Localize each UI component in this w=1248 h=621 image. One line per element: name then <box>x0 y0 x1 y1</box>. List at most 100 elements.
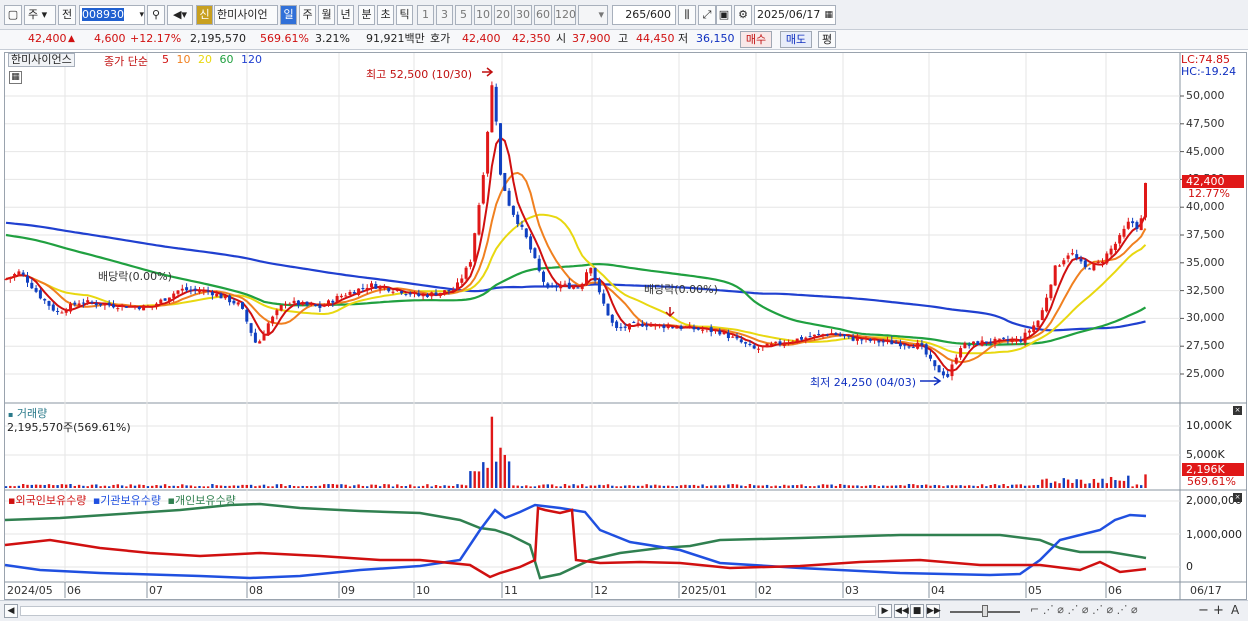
price-ytick: 35,000 <box>1186 255 1225 269</box>
volume-bar <box>542 484 545 488</box>
candle-body <box>38 290 42 299</box>
candle-body <box>645 325 649 327</box>
scroll-left-icon[interactable]: ◀ <box>4 604 18 618</box>
candle-body <box>692 327 696 330</box>
zoom-out-icon[interactable]: − <box>1198 603 1209 618</box>
candle-body <box>924 344 928 355</box>
volume-bar <box>1075 479 1078 488</box>
volume-bar <box>327 484 330 488</box>
volume-bar <box>181 484 184 488</box>
volume-bar <box>796 485 799 488</box>
candle-body <box>516 214 520 225</box>
candle-body <box>499 123 502 175</box>
stop-icon[interactable]: ■ <box>910 604 924 618</box>
volume-bar <box>907 483 911 488</box>
candle-body <box>623 326 627 328</box>
candle-body <box>391 291 395 293</box>
volume-bar <box>993 484 997 488</box>
candle-body <box>976 341 980 345</box>
candle-body <box>722 331 726 335</box>
volume-bar <box>830 484 833 488</box>
volume-bar <box>563 484 567 488</box>
volume-bar <box>142 484 145 488</box>
volume-bar <box>667 485 670 488</box>
candle-body <box>1027 330 1031 333</box>
time-xtick: 2024/05 <box>7 584 53 597</box>
volume-bar <box>1144 474 1147 488</box>
stock-label[interactable]: 한미사이언스 <box>8 53 75 67</box>
volume-bar <box>17 485 21 488</box>
candle-body <box>1109 248 1113 255</box>
font-size-icon[interactable]: A <box>1231 603 1239 617</box>
rewind-icon[interactable]: ◀◀ <box>894 604 909 618</box>
volume-bar <box>232 485 236 488</box>
volume-bar <box>731 484 734 488</box>
volume-bar <box>155 485 158 488</box>
time-xtick: 06 <box>1108 584 1122 597</box>
volume-bar <box>30 484 33 488</box>
hold-ytick-1m: 1,000,000 <box>1186 528 1242 541</box>
volume-bar <box>353 485 356 488</box>
candle-body <box>1023 332 1027 343</box>
volume-bar <box>374 484 377 488</box>
volume-bar <box>189 485 193 488</box>
volume-bar <box>366 486 369 488</box>
candle-body <box>817 333 821 335</box>
volume-bar <box>469 471 472 488</box>
ma-20: 20 <box>198 53 212 66</box>
volume-bar <box>916 485 919 488</box>
volume-bar <box>1079 479 1083 488</box>
volume-bar <box>421 485 425 488</box>
stock-chart[interactable] <box>0 0 1248 621</box>
candle-body <box>352 292 356 294</box>
candle-body <box>382 287 386 289</box>
candle-body <box>997 338 1001 340</box>
volume-bar <box>447 485 451 488</box>
volume-bar <box>413 486 416 488</box>
time-xtick: 2025/01 <box>681 584 727 597</box>
zoom-slider-handle[interactable] <box>982 605 988 617</box>
candle-body <box>26 276 29 283</box>
candle-body <box>193 288 197 291</box>
candle-body <box>920 343 924 346</box>
volume-bar <box>942 486 945 488</box>
volume-bar <box>1019 484 1022 488</box>
volume-bar <box>778 486 782 488</box>
candle-body <box>679 326 683 329</box>
volume-bar <box>129 484 132 488</box>
candle-body <box>589 267 593 274</box>
close-holding-panel-icon[interactable]: × <box>1233 493 1242 502</box>
volume-bar <box>125 486 128 488</box>
candle-body <box>43 298 47 301</box>
fast-forward-icon[interactable]: ▶▶ <box>926 604 941 618</box>
drawing-tools-icons[interactable]: ⌐ ⋰ ⌀ ⋰ ⌀ ⋰ ⌀ ⋰ ⌀ <box>1030 603 1138 616</box>
volume-bar <box>985 486 988 488</box>
volume-bar <box>581 484 584 488</box>
scroll-right-icon[interactable]: ▶ <box>878 604 892 618</box>
volume-bar <box>903 485 906 488</box>
close-volume-panel-icon[interactable]: × <box>1233 406 1242 415</box>
zoom-in-icon[interactable]: + <box>1213 603 1224 618</box>
candle-body <box>524 228 528 238</box>
candle-body <box>980 340 984 346</box>
volume-bar <box>297 486 300 488</box>
legend-institution: ▪기관보유수량 <box>92 494 162 507</box>
candle-body <box>1092 262 1096 271</box>
candle-body <box>271 316 275 324</box>
candle-body <box>490 85 494 133</box>
candle-body <box>873 339 877 341</box>
volume-bar <box>34 484 38 488</box>
candle-body <box>47 301 51 306</box>
candle-body <box>580 283 584 289</box>
candle-body <box>606 303 610 316</box>
table-icon[interactable]: ▦ <box>9 71 22 84</box>
volume-bar <box>249 484 253 488</box>
volume-bar <box>426 484 429 488</box>
horizontal-scrollbar[interactable] <box>20 606 876 616</box>
volume-bar <box>684 484 687 488</box>
volume-bar <box>1036 484 1040 488</box>
volume-bar <box>318 485 322 488</box>
volume-bar <box>649 485 653 488</box>
volume-bar <box>507 461 511 488</box>
candle-body <box>176 290 180 294</box>
